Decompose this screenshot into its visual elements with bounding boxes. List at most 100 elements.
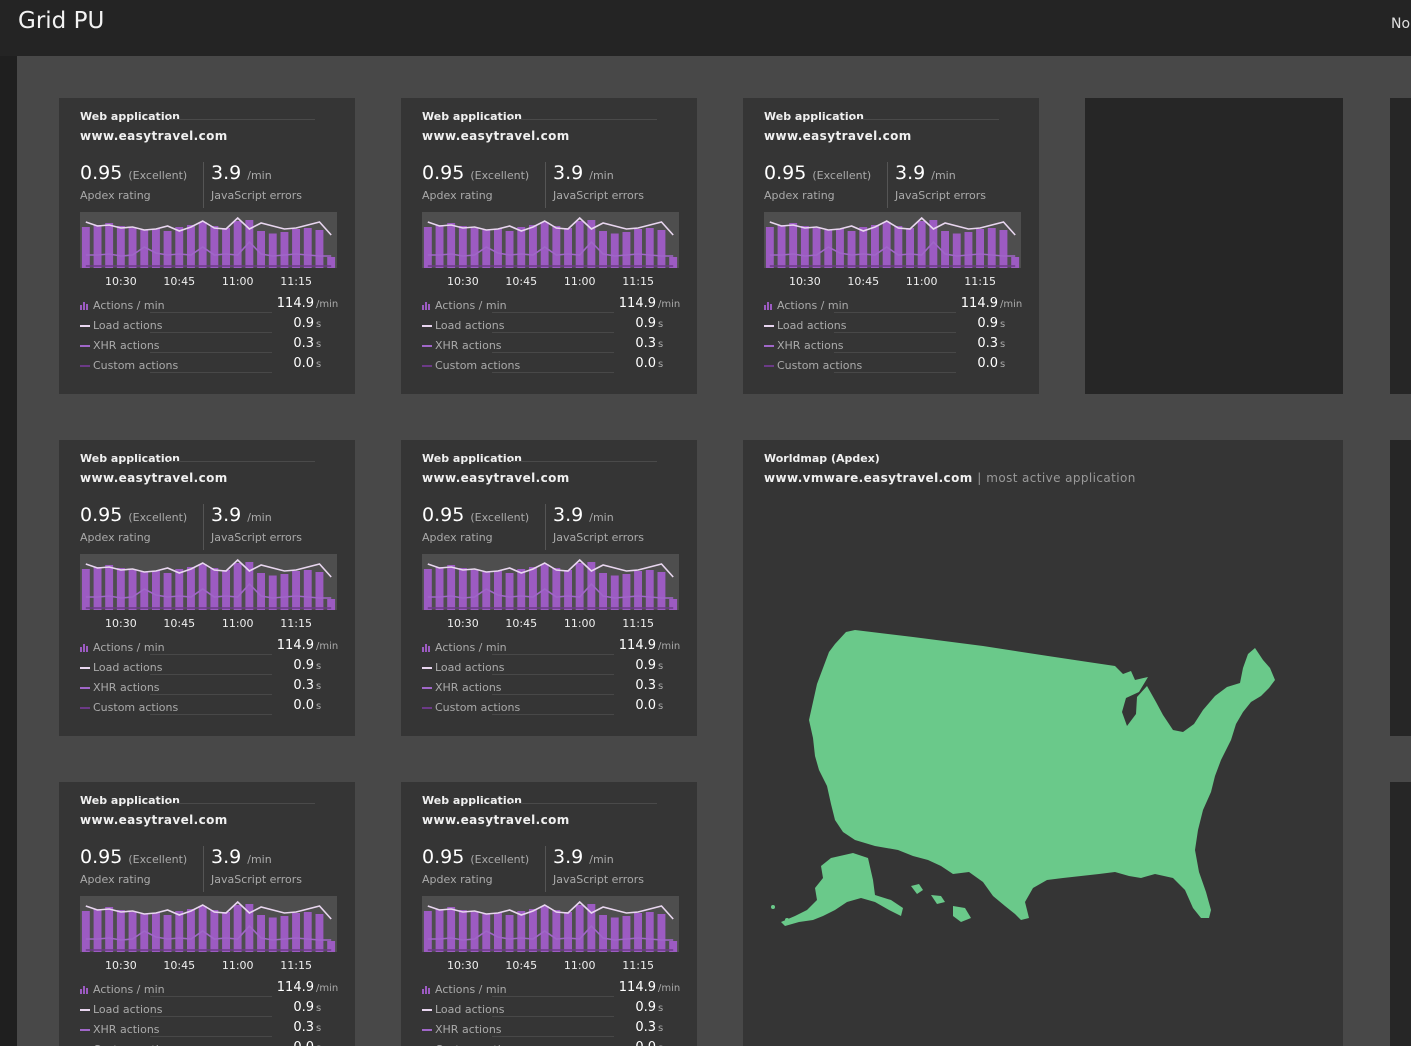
- actions-bar: [128, 228, 137, 268]
- metric-row[interactable]: XHR actions 0.3 s: [422, 336, 676, 354]
- dashboard-title: Grid PU: [18, 8, 105, 34]
- metric-divider: [834, 372, 956, 373]
- metric-row[interactable]: Load actions 0.9 s: [764, 316, 1018, 334]
- bar-chart-legend-icon: [422, 300, 432, 313]
- metric-row[interactable]: Actions / min 114.9/min: [80, 638, 338, 656]
- apdex-value: 0.95 (Excellent): [80, 162, 187, 184]
- metric-value: 114.9: [960, 296, 998, 311]
- line-legend-icon: [422, 1008, 432, 1011]
- metric-divider: [492, 372, 614, 373]
- actions-bar: [517, 569, 526, 610]
- metric-unit: s: [658, 319, 664, 330]
- actions-bar: [622, 574, 631, 610]
- heading-divider: [511, 803, 657, 804]
- metric-row[interactable]: XHR actions 0.3 s: [422, 1020, 676, 1038]
- tile-app-name[interactable]: www.easytravel.com: [80, 129, 228, 143]
- empty-tile-edge[interactable]: [1390, 782, 1411, 1046]
- metric-row[interactable]: XHR actions 0.3 s: [80, 678, 334, 696]
- actions-bar: [999, 230, 1008, 268]
- js-errors-number: 3.9: [553, 846, 584, 868]
- metric-row[interactable]: Load actions 0.9 s: [80, 1000, 334, 1018]
- actions-bar: [187, 909, 195, 952]
- tile-app-name[interactable]: www.easytravel.com: [80, 813, 228, 827]
- aleutian-island: [771, 905, 775, 909]
- actions-chart[interactable]: [80, 896, 337, 952]
- metric-unit: s: [658, 701, 664, 712]
- web-application-tile[interactable]: Web application www.easytravel.com 0.95 …: [743, 98, 1039, 394]
- js-errors-unit: /min: [589, 511, 614, 524]
- metric-row[interactable]: Custom actions0.0s: [764, 356, 1018, 374]
- actions-bar: [622, 232, 631, 268]
- metric-divider: [150, 714, 272, 715]
- metric-row[interactable]: Load actions 0.9 s: [422, 1000, 676, 1018]
- empty-tile-edge[interactable]: [1390, 440, 1411, 736]
- header-right-text[interactable]: No: [1391, 16, 1410, 32]
- hawaii-island: [953, 906, 971, 922]
- actions-chart[interactable]: [422, 554, 679, 610]
- web-application-tile[interactable]: Web application www.easytravel.com 0.95 …: [401, 782, 697, 1046]
- actions-bar: [952, 233, 961, 268]
- metric-row[interactable]: Custom actions0.0s: [80, 356, 334, 374]
- tile-app-name[interactable]: www.easytravel.com: [764, 129, 912, 143]
- x-tick-label: 10:45: [505, 617, 538, 630]
- line-legend-icon: [422, 1028, 432, 1031]
- dashboard-canvas: Worldmap (Apdex) www.vmware.easytravel.c…: [17, 56, 1411, 1046]
- empty-tile[interactable]: [1085, 98, 1343, 394]
- metric-row[interactable]: Actions / min 114.9/min: [80, 296, 339, 314]
- actions-bar: [564, 228, 572, 268]
- actions-chart[interactable]: [80, 212, 337, 268]
- metric-label-group: Load actions: [80, 661, 162, 675]
- metric-row[interactable]: Load actions 0.9 s: [80, 316, 334, 334]
- tile-app-name[interactable]: www.easytravel.com: [422, 129, 570, 143]
- tile-app-name[interactable]: www.easytravel.com: [422, 471, 570, 485]
- metric-row[interactable]: Actions / min 114.9/min: [422, 980, 680, 998]
- actions-bar: [280, 232, 289, 268]
- tile-app-name[interactable]: www.easytravel.com: [422, 813, 570, 827]
- metric-label: Load actions: [93, 661, 163, 674]
- metric-row[interactable]: Load actions 0.9 s: [422, 316, 676, 334]
- worldmap-tile[interactable]: Worldmap (Apdex) www.vmware.easytravel.c…: [743, 440, 1343, 1046]
- metric-row[interactable]: Custom actions0.0s: [422, 1040, 676, 1046]
- web-application-tile[interactable]: Web application www.easytravel.com 0.95 …: [401, 98, 697, 394]
- metric-row[interactable]: XHR actions 0.3 s: [80, 336, 334, 354]
- metric-label-group: XHR actions: [764, 339, 844, 353]
- usa-map[interactable]: [743, 440, 1343, 1046]
- metric-label-group: Custom actions: [80, 359, 178, 373]
- web-application-tile[interactable]: Web application www.easytravel.com 0.95 …: [59, 98, 355, 394]
- line-legend-icon: [422, 682, 432, 695]
- actions-chart[interactable]: [80, 554, 337, 610]
- metric-row[interactable]: XHR actions 0.3 s: [80, 1020, 334, 1038]
- actions-chart[interactable]: [422, 896, 679, 952]
- metric-row[interactable]: Actions / min 114.9/min: [422, 638, 680, 656]
- metric-value: 0.3: [293, 678, 314, 693]
- actions-chart[interactable]: [764, 212, 1021, 268]
- actions-bar: [116, 226, 125, 268]
- metric-row[interactable]: Actions / min 114.9/min: [422, 296, 681, 314]
- web-application-tile[interactable]: Web application www.easytravel.com 0.95 …: [59, 440, 355, 736]
- metric-row[interactable]: Actions / min 114.9/min: [80, 980, 338, 998]
- metric-unit: /min: [316, 299, 339, 310]
- web-application-tile[interactable]: Web application www.easytravel.com 0.95 …: [59, 782, 355, 1046]
- metric-divider: [834, 352, 956, 353]
- actions-bar: [941, 231, 949, 268]
- metric-row[interactable]: Custom actions0.0s: [422, 698, 676, 716]
- metric-row[interactable]: XHR actions 0.3 s: [764, 336, 1018, 354]
- tile-app-name[interactable]: www.easytravel.com: [80, 471, 228, 485]
- metric-unit: /min: [658, 299, 681, 310]
- js-errors-value: 3.9 /min: [895, 162, 956, 184]
- metric-row[interactable]: XHR actions 0.3 s: [422, 678, 676, 696]
- metric-label-group: Load actions: [422, 319, 504, 333]
- metric-row[interactable]: Load actions 0.9 s: [422, 658, 676, 676]
- web-application-tile[interactable]: Web application www.easytravel.com 0.95 …: [401, 440, 697, 736]
- metric-row[interactable]: Load actions 0.9 s: [80, 658, 334, 676]
- bar-chart-legend-icon: [80, 984, 90, 997]
- metric-row[interactable]: Actions / min 114.9/min: [764, 296, 1022, 314]
- empty-tile-edge[interactable]: [1390, 98, 1411, 394]
- metric-row[interactable]: Custom actions0.0s: [80, 698, 334, 716]
- actions-bar: [552, 226, 561, 268]
- metric-row[interactable]: Custom actions0.0s: [422, 356, 676, 374]
- actions-chart[interactable]: [422, 212, 679, 268]
- bar-chart-legend-icon: [80, 642, 90, 655]
- metric-row[interactable]: Custom actions0.0s: [80, 1040, 334, 1046]
- actions-bar: [859, 227, 868, 268]
